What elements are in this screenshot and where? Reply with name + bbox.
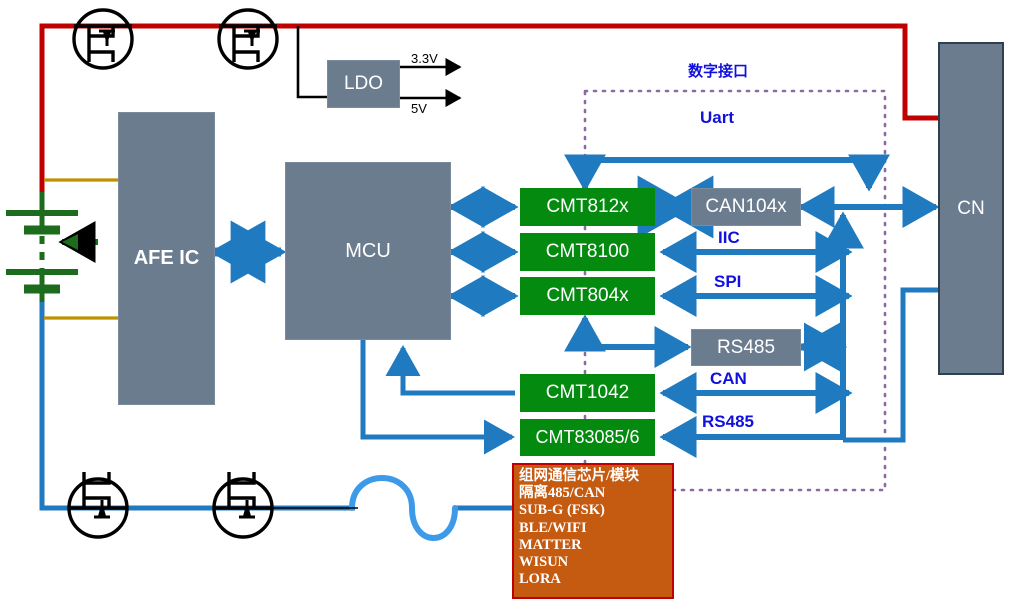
interface-collector-bus [659,211,864,458]
block-can104x-label: CAN104x [705,196,787,217]
block-cmt804x[interactable]: CMT804x [520,277,655,315]
cn-connections [816,186,940,443]
bus-label-can: CAN [710,369,747,388]
rail-label-3v3: 3.3V [411,51,438,66]
block-cmt1042-label: CMT1042 [545,382,630,403]
mcu-cmt1042-link [385,344,515,396]
comm-module-line: WISUN [519,554,569,571]
battery-stack-icon [6,192,98,302]
comm-module-line: LORA [519,571,561,588]
block-cn-label: CN [957,197,985,219]
mcu-peripheral-bus [447,186,519,317]
block-diagram-canvas: LDO AFE IC MCU CN CAN104x RS485 CMT812x … [0,0,1012,610]
bus-label-iic: IIC [718,228,740,247]
block-cmt8100-label: CMT8100 [545,241,630,262]
sense-wires [44,178,126,320]
block-can104x[interactable]: CAN104x [691,188,801,226]
block-cmt812x-label: CMT812x [546,196,629,217]
block-cmt83085[interactable]: CMT83085/6 [520,419,655,456]
mosfet-icon-ls1 [67,472,129,539]
block-rs485[interactable]: RS485 [691,329,801,366]
comm-module-line: 组网通信芯片/模块 [519,468,640,484]
uart-bus [564,154,890,192]
block-afe-ic-label: AFE IC [133,247,200,269]
block-cn[interactable]: CN [938,42,1004,375]
comm-module-text-list: 组网通信芯片/模块 隔离485/CAN SUB-G (FSK) BLE/WIFI… [519,468,679,588]
bus-label-uart: Uart [700,108,735,127]
mosfet-icon-ls2 [212,472,274,539]
mcu-cmt83085-link [360,340,516,455]
block-mcu-label: MCU [345,239,391,262]
block-ldo-label: LDO [343,73,384,94]
inductor-coil-icon [349,475,458,541]
block-cmt83085-label: CMT83085/6 [535,427,640,447]
block-mcu[interactable]: MCU [285,162,451,340]
digital-interface-title: 数字接口 [688,62,749,80]
comm-module-line: BLE/WIFI [519,519,587,536]
mosfet-icon-hs2 [217,8,279,70]
block-cmt1042[interactable]: CMT1042 [520,374,655,412]
mosfet-icon-hs1 [72,8,134,70]
block-cmt812x[interactable]: CMT812x [520,188,655,226]
comm-module-line: MATTER [519,536,582,553]
bus-label-rs485: RS485 [702,412,754,431]
comm-module-line: 隔离485/CAN [519,485,606,502]
comm-module-line: SUB-G (FSK) [519,502,605,519]
rail-label-5v: 5V [411,101,427,116]
block-ldo[interactable]: LDO [327,60,400,108]
block-rs485-label: RS485 [716,336,776,358]
block-cmt8100[interactable]: CMT8100 [520,233,655,271]
block-cmt804x-label: CMT804x [546,285,629,306]
block-afe-ic[interactable]: AFE IC [118,112,215,405]
bus-label-spi: SPI [714,272,742,291]
